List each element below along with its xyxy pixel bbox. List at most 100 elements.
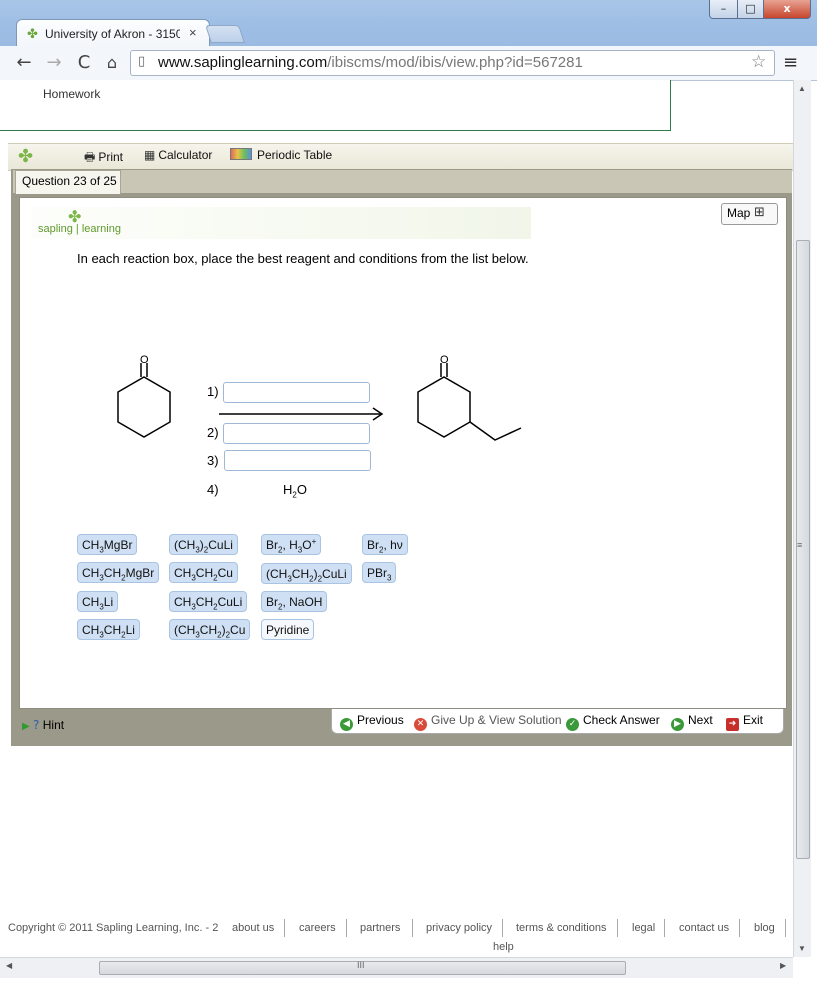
step-4-reagent: H2O (283, 482, 307, 500)
hint-question-icon: ? (33, 718, 40, 732)
step-4-label: 4) (207, 482, 219, 497)
calculator-button[interactable]: ▦ Calculator (144, 148, 212, 162)
browser-tab[interactable]: ✤ University of Akron - 3150 × (16, 19, 210, 47)
question-tab[interactable]: Question 23 of 25 (15, 170, 121, 194)
footer-link-help[interactable]: help (493, 941, 514, 953)
previous-label: Previous (357, 713, 404, 727)
footer-divider (412, 919, 413, 937)
reagent-chip[interactable]: Br2, NaOH (261, 591, 328, 612)
sapling-logo: ✤ sapling | learning (32, 207, 531, 239)
reagent-chip[interactable]: PBr3 (362, 562, 397, 583)
scroll-down-arrow-icon[interactable]: ▼ (798, 944, 806, 953)
map-button[interactable]: Map ⊞ (721, 203, 778, 225)
browser-menu-icon[interactable]: ≡ (783, 52, 798, 73)
previous-button[interactable]: ◀ Previous (340, 713, 404, 731)
reagent-drop-box-2[interactable] (223, 423, 370, 444)
reagent-chip[interactable]: CH3MgBr (77, 534, 138, 555)
sapling-favicon-icon: ✤ (27, 26, 38, 41)
reagent-chip[interactable]: (CH3CH2)2CuLi (261, 563, 352, 584)
question-nav-bar: ◀ Previous ✕ Give Up & View Solution ✓ Chec… (331, 709, 784, 734)
forward-icon[interactable]: → (43, 52, 65, 74)
footer-link-legal[interactable]: legal (632, 922, 655, 934)
periodic-table-icon (230, 148, 252, 160)
give-up-button[interactable]: ✕ Give Up & View Solution (414, 713, 562, 731)
tab-close-icon[interactable]: × (189, 25, 197, 40)
next-label: Next (688, 713, 713, 727)
reagent-chip[interactable]: CH3CH2CuLi (169, 591, 248, 612)
footer-link-contact[interactable]: contact us (679, 922, 729, 934)
footer-link-blog[interactable]: blog (754, 922, 775, 934)
reagent-chip[interactable]: Br2, H3O+ (261, 534, 322, 555)
reagent-chip[interactable]: Br2, hν (362, 534, 408, 555)
url-path: /ibiscms/mod/ibis/view.php?id=567281 (327, 54, 583, 71)
maximize-button[interactable]: □ (737, 0, 764, 19)
url-text[interactable]: www.saplinglearning.com/ibiscms/mod/ibis… (158, 54, 583, 71)
address-bar[interactable]: ▯ www.saplinglearning.com/ibiscms/mod/ib… (130, 50, 775, 76)
step-1-label: 1) (207, 384, 219, 399)
home-icon[interactable]: ⌂ (101, 52, 123, 74)
give-up-x-icon: ✕ (414, 718, 427, 731)
reagent-chip[interactable]: Pyridine (261, 619, 315, 640)
reaction-arrow (219, 407, 384, 421)
footer-link-partners[interactable]: partners (360, 922, 400, 934)
sitemap-icon: ⊞ (754, 205, 765, 220)
reagent-chip[interactable]: CH3Li (77, 591, 119, 612)
footer-link-privacy[interactable]: privacy policy (426, 922, 492, 934)
hscroll-grip-icon: III (357, 960, 365, 970)
reagent-drop-box-1[interactable] (223, 382, 370, 403)
tab-title: University of Akron - 3150 (45, 27, 180, 41)
back-icon[interactable]: ← (13, 52, 35, 74)
footer-link-terms[interactable]: terms & conditions (516, 922, 606, 934)
sapling-toolbar: ✤ 🖶 Print ▦ Calculator Periodic Table (8, 143, 793, 171)
copyright-text: Copyright © 2011 Sapling Learning, Inc. … (8, 922, 219, 934)
step-3-label: 3) (207, 453, 219, 468)
reagent-chip[interactable]: CH3CH2MgBr (77, 562, 160, 583)
browser-titlebar: – □ x ✤ University of Akron - 3150 × (0, 0, 817, 47)
footer-link-about[interactable]: about us (232, 922, 274, 934)
question-instruction: In each reaction box, place the best rea… (77, 251, 529, 266)
print-button[interactable]: 🖶 Print (84, 148, 123, 169)
scroll-right-arrow-icon[interactable]: ▶ (780, 961, 786, 970)
exit-door-icon: ➜ (726, 718, 739, 731)
homework-header-box (0, 80, 671, 131)
vertical-scrollbar[interactable]: ▲ ≡ ▼ (793, 80, 811, 957)
reagent-chip[interactable]: (CH3CH2)2Cu (169, 619, 251, 640)
previous-arrow-icon: ◀ (340, 718, 353, 731)
footer-divider (664, 919, 665, 937)
check-answer-button[interactable]: ✓ Check Answer (566, 713, 660, 731)
sapling-leaf-icon: ✤ (18, 146, 34, 166)
check-mark-icon: ✓ (566, 718, 579, 731)
new-tab-button[interactable] (205, 25, 245, 43)
reagent-chip[interactable]: (CH3)2CuLi (169, 534, 238, 555)
question-tab-label: Question 23 of 25 (22, 174, 117, 188)
bookmark-star-icon[interactable]: ☆ (751, 52, 766, 72)
horizontal-scrollbar[interactable]: ◀ III ▶ (0, 957, 793, 978)
scroll-left-arrow-icon[interactable]: ◀ (6, 961, 12, 970)
scroll-up-arrow-icon[interactable]: ▲ (798, 84, 806, 93)
give-up-label: Give Up & View Solution (431, 713, 562, 727)
minimize-button[interactable]: – (709, 0, 738, 19)
footer-link-careers[interactable]: careers (299, 922, 336, 934)
reagent-chip[interactable]: CH3CH2Cu (169, 562, 238, 583)
next-button[interactable]: ▶ Next (671, 713, 713, 731)
reagent-chip[interactable]: CH3CH2Li (77, 619, 140, 640)
print-label: Print (98, 150, 124, 164)
next-arrow-icon: ▶ (671, 718, 684, 731)
logo-text-right: learning (81, 223, 121, 235)
periodic-table-button[interactable]: Periodic Table (230, 148, 332, 162)
reagent-drop-box-3[interactable] (224, 450, 371, 471)
footer-divider (346, 919, 347, 937)
page-footer: Copyright © 2011 Sapling Learning, Inc. … (0, 916, 793, 956)
expand-arrow-icon: ▶ (22, 721, 30, 732)
page-icon: ▯ (138, 54, 146, 69)
browser-toolbar: ← → C ⌂ ▯ www.saplinglearning.com/ibiscm… (0, 46, 817, 81)
url-host: www.saplinglearning.com (158, 54, 328, 71)
close-window-button[interactable]: x (763, 0, 811, 19)
exit-button[interactable]: ➜ Exit (726, 713, 763, 731)
reload-icon[interactable]: C (73, 52, 95, 74)
footer-divider (739, 919, 740, 937)
product-3-ethylcyclohexanone (417, 363, 522, 441)
homework-label[interactable]: Homework (43, 87, 100, 101)
hint-button[interactable]: ▶ ? Hint (22, 718, 64, 732)
map-label: Map (727, 206, 751, 220)
